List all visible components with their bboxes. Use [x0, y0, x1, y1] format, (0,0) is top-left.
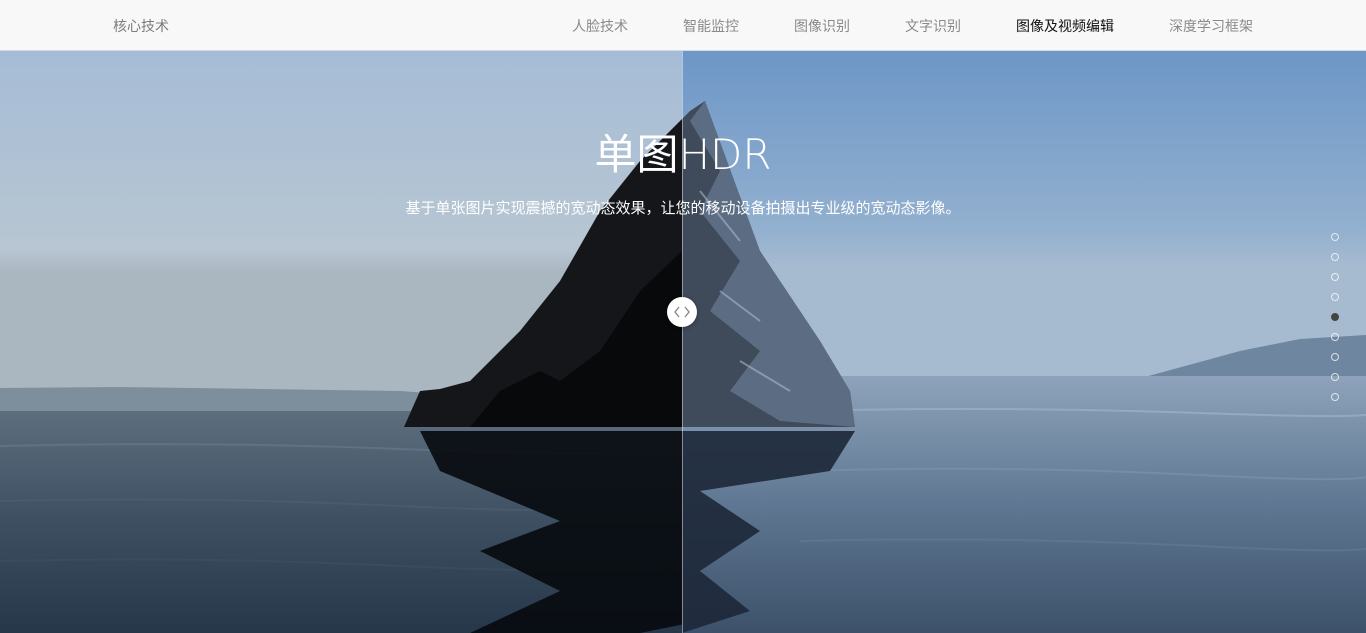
pager-dot[interactable] [1331, 373, 1339, 381]
hero-title: 单图HDR [594, 130, 772, 179]
hero-subtitle: 基于单张图片实现震撼的宽动态效果，让您的移动设备拍摄出专业级的宽动态影像。 [405, 199, 961, 217]
nav-item-face[interactable]: 人脸技术 [572, 16, 628, 36]
nav-item-image-video-editing[interactable]: 图像及视频编辑 [1016, 16, 1114, 36]
pager-dot[interactable] [1331, 273, 1339, 281]
pager-dot[interactable] [1331, 313, 1339, 321]
pager-dot[interactable] [1331, 333, 1339, 341]
nav-item-deep-learning[interactable]: 深度学习框架 [1169, 16, 1253, 36]
top-navigation-bar: 核心技术 人脸技术 智能监控 图像识别 文字识别 图像及视频编辑 深度学习框架 [0, 0, 1366, 51]
nav-item-image-recognition[interactable]: 图像识别 [794, 16, 850, 36]
chevron-left-right-icon [674, 306, 690, 318]
nav-item-ocr[interactable]: 文字识别 [905, 16, 961, 36]
hdr-comparison-hero: 单图HDR 基于单张图片实现震撼的宽动态效果，让您的移动设备拍摄出专业级的宽动态… [0, 51, 1366, 633]
pager-dot[interactable] [1331, 353, 1339, 361]
pager-dot[interactable] [1331, 233, 1339, 241]
pager-dot[interactable] [1331, 393, 1339, 401]
pager-dot[interactable] [1331, 253, 1339, 261]
pager-dot[interactable] [1331, 293, 1339, 301]
comparison-slider-handle[interactable] [667, 297, 697, 327]
brand-link[interactable]: 核心技术 [113, 16, 169, 36]
nav-item-surveillance[interactable]: 智能监控 [683, 16, 739, 36]
